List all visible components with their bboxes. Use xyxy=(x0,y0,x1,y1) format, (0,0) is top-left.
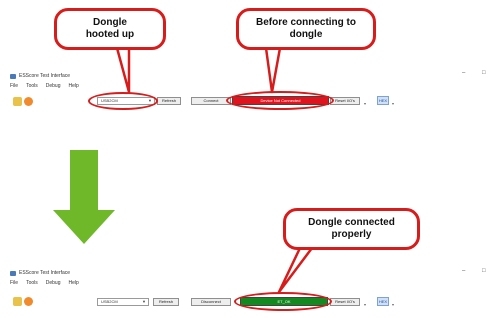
callout-before-connecting: Before connecting to dongle xyxy=(236,8,376,50)
callout-tail xyxy=(264,46,282,94)
highlight-ring-status xyxy=(226,91,334,110)
callout-tail xyxy=(277,246,314,294)
highlight-ring-status-ok xyxy=(234,292,332,311)
highlight-ring-port xyxy=(88,92,158,110)
down-arrow xyxy=(53,150,115,244)
callout-dongle-connected: Dongle connected properly xyxy=(283,208,420,250)
callout-text: Dongle connected properly xyxy=(308,217,395,240)
callout-tail xyxy=(115,46,131,94)
callout-text: Before connecting to dongle xyxy=(255,17,356,40)
callout-dongle-hooted: Dongle hooted up xyxy=(54,8,166,50)
callout-text: Dongle hooted up xyxy=(85,17,135,40)
